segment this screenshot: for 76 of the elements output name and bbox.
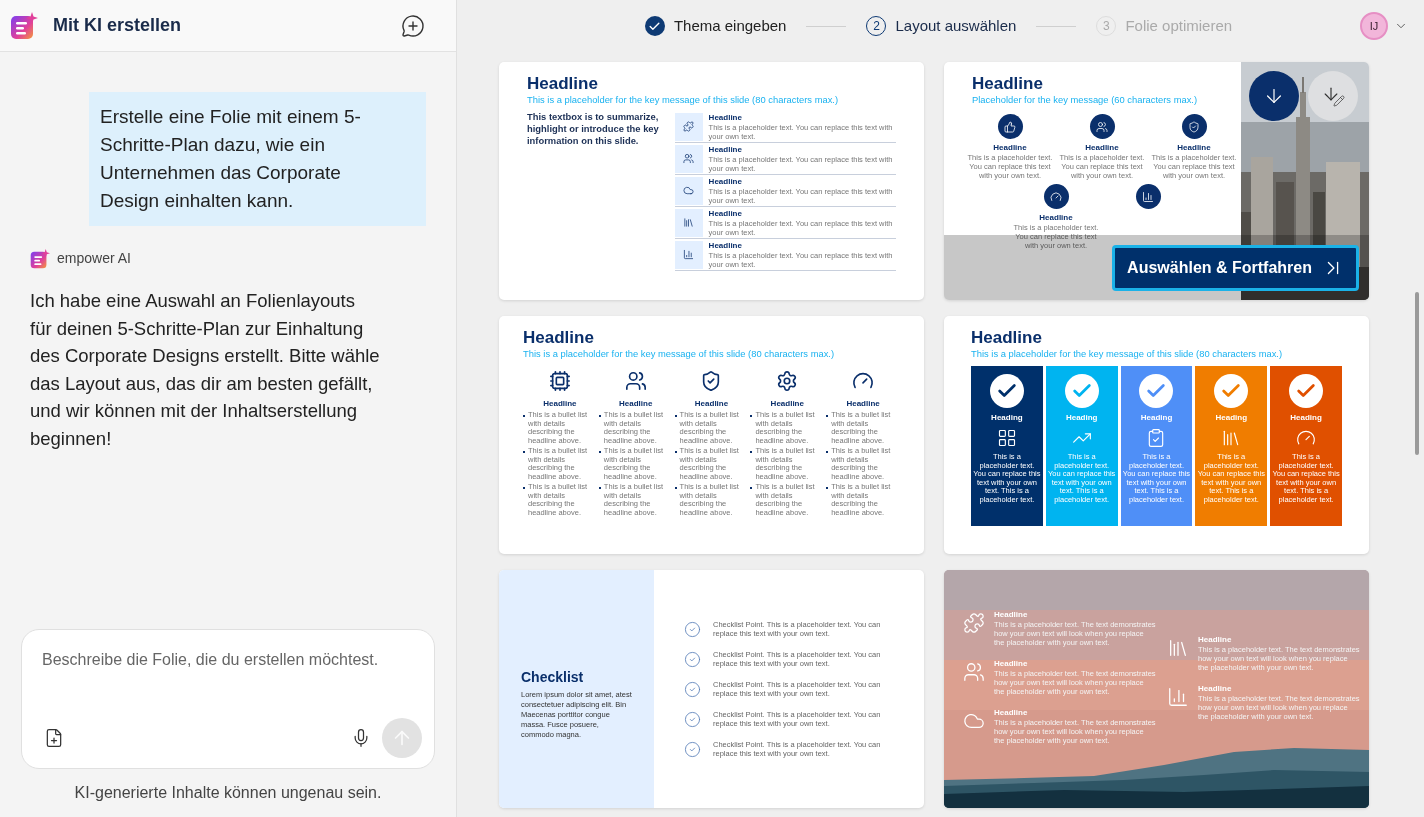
slide-subtitle: Placeholder for the key message (60 characters max.) <box>972 94 1199 106</box>
chip-icon <box>548 370 571 392</box>
checklist-title: Checklist <box>521 668 585 686</box>
slide-headline: Headline <box>527 73 599 94</box>
people-icon <box>683 153 695 164</box>
user-avatar[interactable]: IJ <box>1360 12 1388 40</box>
people-icon <box>1096 120 1108 133</box>
column-heading: Heading <box>991 413 1023 423</box>
step-label: Layout auswählen <box>895 15 1017 36</box>
bar-chart-icon <box>1167 686 1189 708</box>
books-icon <box>683 217 695 228</box>
item-headline: Headline <box>708 208 743 219</box>
shield-icon <box>1188 120 1200 133</box>
item-headline: Headline <box>1198 635 1233 645</box>
step-label: Folie optimieren <box>1125 15 1233 36</box>
app-logo-icon <box>10 11 38 40</box>
panel-title: Mit KI erstellen <box>53 14 182 37</box>
puzzle-icon <box>963 612 985 634</box>
slide-card[interactable] <box>944 62 1369 300</box>
check-circle-icon <box>684 740 701 758</box>
check-circle-icon <box>684 620 701 638</box>
slide-subtitle: This is a placeholder for the key message of this slide (80 characters max.) <box>527 94 840 106</box>
bar-chart-icon <box>1142 190 1154 203</box>
thumbs-up-icon <box>1004 120 1016 133</box>
scrollbar[interactable] <box>1415 292 1419 455</box>
check-circle-icon <box>684 680 701 698</box>
prompt-input[interactable]: Beschreibe die Folie, die du erstellen möchtest. <box>42 648 414 718</box>
slide-subtitle: This is a placeholder for the key message of this slide (80 characters max.) <box>523 348 836 360</box>
item-headline: Headline <box>994 659 1029 669</box>
check-circle-icon <box>684 650 701 668</box>
item-headline: Headline <box>708 112 743 123</box>
user-message: Erstelle eine Folie mit einem 5-Schritte-Plan dazu, wie ein Unternehmen das Corporate Design einhalten kann. <box>89 92 426 226</box>
check-circle-icon <box>684 710 701 728</box>
slide-headline: Headline <box>972 73 1044 94</box>
item-headline: Headline <box>993 143 1027 153</box>
slide-headline: Headline <box>971 327 1043 348</box>
slide-subtitle: This is a placeholder for the key message of this slide (80 characters max.) <box>971 348 1284 360</box>
grid-icon <box>996 428 1017 448</box>
column-headline: Headline <box>542 399 578 409</box>
people-icon <box>624 370 647 392</box>
item-headline: Headline <box>1198 684 1233 694</box>
column-heading: Heading <box>1290 413 1322 423</box>
column-headline: Headline <box>693 399 730 409</box>
app-logo-icon <box>30 248 50 269</box>
step-label: Thema eingeben <box>673 15 787 36</box>
column-heading: Heading <box>1065 413 1098 423</box>
column-headline: Headline <box>845 399 881 409</box>
disclaimer-text: KI-generierte Inhalte können ungenau sein. <box>73 783 383 803</box>
item-headline: Headline <box>708 240 743 251</box>
books-icon <box>1167 637 1189 659</box>
select-continue-button[interactable]: Auswählen & Fortfahren <box>1112 245 1359 291</box>
prompt-field[interactable]: Beschreibe die Folie, die du erstellen möchtest. <box>21 629 435 769</box>
people-icon <box>963 661 985 683</box>
assistant-name: empower AI <box>57 249 131 268</box>
puzzle-icon <box>683 121 695 132</box>
cloud-icon <box>683 185 695 196</box>
item-headline: Headline <box>994 610 1029 620</box>
assistant-message: Ich habe eine Auswahl an Folienlayouts für deinen 5-Schritte-Plan zur Einhaltung des Corporate Designs erstellt. Bitte wähle das Layout aus, das dir am besten gefällt, und wir können mit der Inhaltserstellung beginnen! <box>30 289 380 451</box>
gauge-icon <box>1050 190 1062 203</box>
item-headline: Headline <box>1177 143 1211 153</box>
new-chat-icon <box>401 13 425 38</box>
slide-card[interactable] <box>944 316 1369 554</box>
gear-icon <box>776 370 799 392</box>
bar-chart-icon <box>683 249 695 260</box>
item-headline: Headline <box>708 144 743 155</box>
item-headline: Headline <box>994 708 1029 718</box>
item-headline: Headline <box>1039 213 1073 223</box>
file-plus-icon <box>44 728 64 748</box>
column-headline: Headline <box>618 399 654 409</box>
column-heading: Heading <box>1140 413 1173 423</box>
column-headline: Headline <box>769 399 805 409</box>
item-headline: Headline <box>708 176 743 187</box>
column-heading: Heading <box>1215 413 1248 423</box>
slide-headline: Headline <box>523 327 595 348</box>
summary-text: This textbox is to summarize, highlight or introduce the key information on this slide. <box>527 111 660 148</box>
item-headline: Headline <box>1085 143 1119 153</box>
